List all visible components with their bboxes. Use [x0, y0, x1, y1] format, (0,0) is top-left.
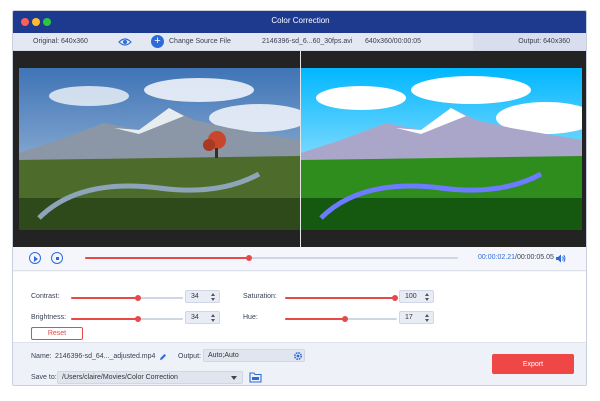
brightness-slider-handle[interactable] — [135, 316, 142, 322]
color-correction-window: Color Correction Original: 640x360 + Cha… — [12, 10, 587, 386]
contrast-stepper-arrows[interactable] — [211, 292, 216, 302]
playback-time: 00:00:02.21/00:00:05.05 — [478, 254, 554, 261]
hue-value[interactable]: 17 — [405, 314, 413, 321]
export-button[interactable]: Export — [492, 354, 574, 374]
export-settings-bar: Name: 2146396-sd_64..._adjusted.mp4 Outp… — [13, 342, 586, 385]
playback-progress-fill — [85, 257, 250, 259]
gear-icon[interactable] — [293, 351, 303, 361]
brightness-value[interactable]: 34 — [191, 314, 199, 321]
contrast-slider-fill — [71, 297, 139, 299]
saturation-slider[interactable] — [285, 295, 398, 301]
hue-slider-handle[interactable] — [342, 316, 349, 322]
hue-slider[interactable] — [285, 316, 397, 322]
change-source-file-button[interactable]: Change Source File — [169, 38, 231, 45]
hue-stepper[interactable]: 17 — [399, 311, 434, 324]
original-preview-image — [19, 68, 300, 230]
output-label: Output: — [178, 353, 201, 360]
total-time: 00:00:05.05 — [516, 254, 554, 261]
source-file-name: 2146396-sd_6...60_30fps.avi — [262, 38, 353, 45]
info-bar: Original: 640x360 + Change Source File 2… — [13, 33, 586, 51]
eye-icon[interactable] — [118, 37, 132, 47]
reset-button[interactable]: Reset — [31, 327, 83, 340]
volume-icon[interactable] — [555, 253, 566, 264]
current-time: 00:00:02.21 — [478, 254, 515, 261]
playback-progress-bar[interactable] — [85, 255, 458, 261]
hue-label: Hue: — [243, 314, 258, 321]
hue-stepper-arrows[interactable] — [425, 313, 430, 323]
brightness-slider-fill — [71, 318, 139, 320]
stop-button[interactable] — [51, 252, 63, 264]
saturation-stepper[interactable]: 100 — [399, 290, 434, 303]
name-label: Name: — [31, 353, 52, 360]
window-title: Color Correction — [271, 16, 330, 25]
contrast-value[interactable]: 34 — [191, 293, 199, 300]
source-file-resolution: 640x360/00:00:05 — [365, 38, 422, 45]
saturation-value[interactable]: 100 — [405, 293, 417, 300]
output-preview-image — [301, 68, 582, 230]
original-resolution-label: Original: 640x360 — [33, 38, 88, 45]
contrast-stepper[interactable]: 34 — [185, 290, 220, 303]
chevron-down-icon[interactable] — [231, 376, 237, 380]
folder-icon[interactable] — [249, 371, 262, 383]
playback-controls: 00:00:02.21/00:00:05.05 — [13, 247, 586, 271]
title-bar: Color Correction — [13, 11, 586, 33]
saturation-label: Saturation: — [243, 293, 277, 300]
output-format-value: Auto;Auto — [208, 352, 239, 359]
saturation-slider-fill — [285, 297, 395, 299]
edit-name-icon[interactable] — [159, 353, 167, 361]
brightness-label: Brightness: — [31, 314, 67, 321]
saturation-stepper-arrows[interactable] — [425, 292, 430, 302]
output-file-name[interactable]: 2146396-sd_64..._adjusted.mp4 — [55, 353, 155, 360]
output-resolution-label: Output: 640x360 — [518, 38, 570, 45]
add-source-icon[interactable]: + — [151, 35, 164, 48]
play-button[interactable] — [29, 252, 41, 264]
contrast-slider-handle[interactable] — [135, 295, 142, 301]
brightness-stepper[interactable]: 34 — [185, 311, 220, 324]
save-to-path: /Users/claire/Movies/Color Correction — [62, 374, 178, 381]
brightness-slider[interactable] — [71, 316, 183, 322]
save-to-label: Save to: — [31, 374, 57, 381]
adjustment-panel: Contrast: 34 Saturation: 100 Brightness:… — [13, 272, 586, 342]
playback-progress-handle[interactable] — [246, 255, 253, 261]
brightness-stepper-arrows[interactable] — [211, 313, 216, 323]
contrast-label: Contrast: — [31, 293, 60, 300]
saturation-slider-handle[interactable] — [391, 295, 398, 301]
save-to-select[interactable]: /Users/claire/Movies/Color Correction — [57, 371, 243, 384]
video-preview-area — [13, 51, 586, 247]
output-format-field[interactable]: Auto;Auto — [203, 349, 305, 362]
contrast-slider[interactable] — [71, 295, 183, 301]
hue-slider-fill — [285, 318, 346, 320]
